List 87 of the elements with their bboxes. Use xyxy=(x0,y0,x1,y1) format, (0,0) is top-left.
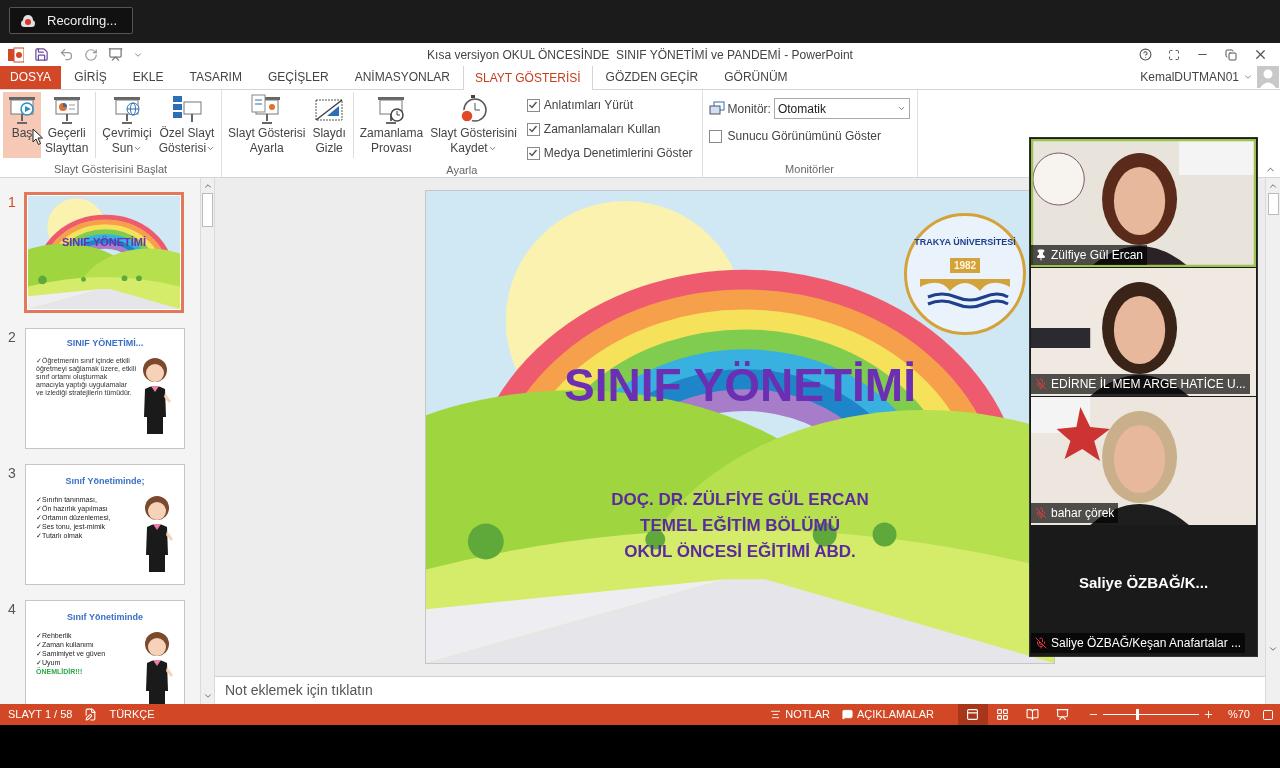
app-logo-icon xyxy=(8,46,24,63)
comments-button[interactable]: AÇIKLAMALAR xyxy=(835,704,940,725)
monitor-icon xyxy=(708,101,725,116)
undo-icon[interactable] xyxy=(59,47,74,62)
monitor-dropdown[interactable]: Otomatik xyxy=(773,98,910,119)
ribbon-tab[interactable]: EKLE xyxy=(119,65,177,89)
caret-icon xyxy=(487,144,497,153)
fit-to-window-icon[interactable] xyxy=(1262,708,1274,721)
slide-number: 4 xyxy=(7,600,17,619)
ribbon-button[interactable]: Slayt Gösterisini Kaydet xyxy=(427,92,520,158)
checkbox[interactable] xyxy=(526,98,540,112)
ribbon-tab[interactable]: GEÇİŞLER xyxy=(254,65,342,89)
group-label: Ayarla xyxy=(445,163,479,178)
zoom-level: %70 xyxy=(1227,707,1250,723)
logo-year: 1982 xyxy=(949,257,981,273)
slide-number: 1 xyxy=(7,193,17,212)
group-label: Slayt Gösterisini Başlat xyxy=(52,162,169,177)
ribbon-tab[interactable]: ANİMASYONLAR xyxy=(341,65,463,89)
slide-subtitle: TEMEL EĞİTİM BÖLÜMÜ xyxy=(640,515,840,537)
ribbon-button[interactable]: Çevrimiçi Sun xyxy=(95,92,155,158)
slide-number: 2 xyxy=(7,328,17,347)
slide-title: Sınıf Yönetiminde; xyxy=(65,475,145,488)
participant-name: Zülfiye Gül Ercan xyxy=(1051,247,1144,264)
ribbon-tab[interactable]: DOSYA xyxy=(0,65,62,89)
close-icon[interactable] xyxy=(1253,47,1268,62)
ribbon-tab[interactable]: GİRİŞ xyxy=(61,65,120,89)
scroll-down-icon[interactable] xyxy=(202,691,213,701)
layout-view-icon[interactable] xyxy=(957,704,988,725)
ribbon-button[interactable]: Zamanlama Provası xyxy=(352,92,427,158)
checkbox-label: Medya Denetimlerini Göster xyxy=(543,145,693,162)
ribbon-display-icon[interactable] xyxy=(1168,48,1180,61)
notes-button[interactable]: NOTLAR xyxy=(764,704,836,725)
caret-icon xyxy=(133,144,143,153)
checkbox[interactable] xyxy=(526,122,540,136)
slide-subtitle: OKUL ÖNCESİ EĞİTİMİ ABD. xyxy=(624,541,856,563)
save-icon[interactable] xyxy=(34,47,49,62)
recording-label: Recording... xyxy=(47,11,118,30)
participant-name: EDİRNE İL MEM ARGE HATİCE U... xyxy=(1051,376,1246,393)
ribbon-button[interactable]: Özel Slayt Gösterisi xyxy=(155,92,219,158)
slide-subtitle: DOÇ. DR. ZÜLFİYE GÜL ERCAN xyxy=(611,489,869,511)
redo-icon[interactable] xyxy=(84,47,98,62)
ribbon-button[interactable]: Baş xyxy=(3,92,41,158)
checkbox[interactable] xyxy=(526,146,540,160)
ribbon-button[interactable]: Geçerli Slayttan xyxy=(42,92,92,158)
caret-icon xyxy=(896,104,906,113)
group-label: Monitörler xyxy=(784,162,835,177)
checkbox-label: Zamanlamaları Kullan xyxy=(543,121,661,138)
scroll-up-icon[interactable] xyxy=(202,181,213,191)
slide-title: SINIF YÖNETİMİ... xyxy=(66,337,144,350)
scrollbar-thumb[interactable] xyxy=(1267,193,1279,215)
window-title: Kısa versiyon OKUL ÖNCESİNDE SINIF YÖNETİMİ ve PANDEMİ - PowerPoint xyxy=(427,46,853,64)
scroll-down-icon[interactable] xyxy=(1268,644,1278,654)
mouse-cursor-icon xyxy=(32,128,44,146)
caret-icon xyxy=(206,144,216,153)
restore-icon[interactable] xyxy=(1225,48,1237,61)
notes-field[interactable]: Not eklemek için tıklatın xyxy=(215,676,1265,704)
slide-number: 3 xyxy=(7,464,17,483)
ribbon-button[interactable]: Slaydı Gizle xyxy=(309,92,349,158)
help-icon[interactable] xyxy=(1139,48,1152,61)
slide-title: Sınıf Yönetiminde xyxy=(67,611,143,624)
participant-display-name: Saliye ÖZBAĞ/K... xyxy=(1078,573,1209,594)
present-icon[interactable] xyxy=(108,47,123,62)
ribbon-tab[interactable]: TASARIM xyxy=(176,65,255,89)
scroll-up-icon[interactable] xyxy=(1268,181,1278,191)
play-screen-icon xyxy=(6,94,38,126)
monitor-label: Monitör: xyxy=(727,100,771,118)
ribbon-tab[interactable]: GÖRÜNÜM xyxy=(711,65,801,89)
scrollbar-thumb[interactable] xyxy=(202,193,213,227)
user-name: KemalDUTMAN01 xyxy=(1140,69,1239,86)
zoom-slider-thumb[interactable] xyxy=(1135,709,1139,720)
notes-edit-icon[interactable] xyxy=(84,708,98,721)
cloud-icon xyxy=(19,13,37,28)
participant-name: Saliye ÖZBAĞ/Keşan Anafartalar ... xyxy=(1051,634,1242,652)
notes-icon xyxy=(770,709,782,720)
comment-icon xyxy=(841,709,853,720)
ribbon-tab[interactable]: SLAYT GÖSTERİSİ xyxy=(463,65,593,90)
checkbox-label: Sunucu Görünümünü Göster xyxy=(727,128,881,145)
ribbon-tab[interactable]: GÖZDEN GEÇİR xyxy=(592,65,712,89)
checkbox[interactable] xyxy=(708,129,722,143)
language-label: TÜRKÇE xyxy=(109,707,155,723)
checkbox-label: Anlatımları Yürüt xyxy=(543,97,633,114)
ribbon-button[interactable]: Slayt Gösterisi Ayarla xyxy=(225,92,309,158)
caret-icon[interactable] xyxy=(1243,72,1253,82)
settings-screen-icon xyxy=(250,94,283,126)
slide-counter: SLAYT 1 / 58 xyxy=(8,707,73,723)
zoom-in-icon[interactable] xyxy=(1202,709,1214,720)
participant-name: bahar çörek xyxy=(1051,505,1115,522)
